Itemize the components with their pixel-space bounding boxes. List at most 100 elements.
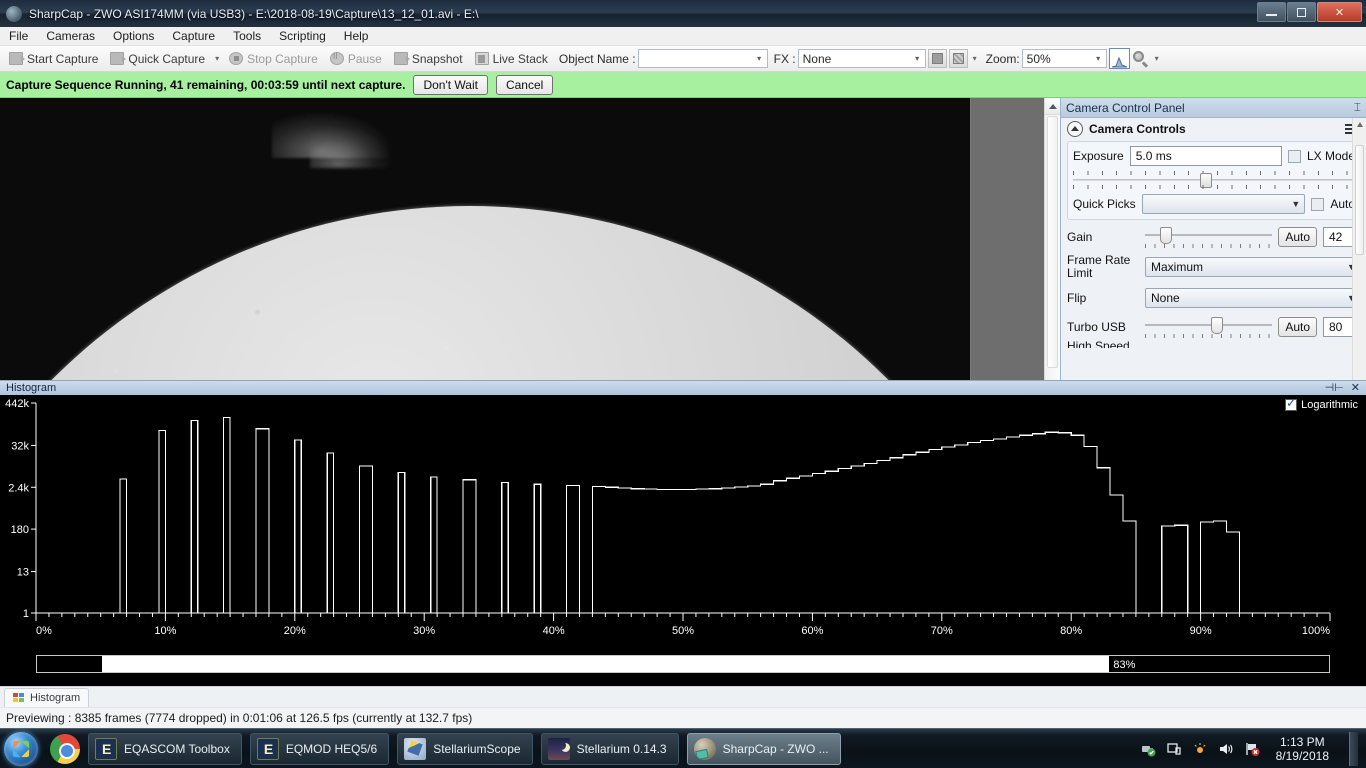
clock-time: 1:13 PM (1279, 734, 1325, 749)
taskbar-label: EQMOD HEQ5/6 (285, 741, 378, 756)
range-selection[interactable] (101, 656, 1110, 672)
network-icon[interactable] (1166, 741, 1182, 757)
taskbar-button-eqascom-toolbox[interactable]: EQASCOM Toolbox (88, 732, 242, 765)
close-button[interactable]: ✕ (1317, 2, 1362, 22)
scroll-up-icon[interactable] (1045, 98, 1061, 115)
undock-icon[interactable]: ⊣⊢ (1325, 382, 1344, 394)
capture-sequence-bar: Capture Sequence Running, 41 remaining, … (0, 72, 1366, 98)
histogram-dock-titlebar: Histogram ⊣⊢ ✕ (0, 380, 1366, 395)
magnifier-dropdown-icon[interactable]: ▾ (1152, 54, 1162, 63)
window-buttons: ✕ (1257, 2, 1362, 22)
magnifier-button[interactable] (1132, 50, 1150, 68)
pause-icon (329, 51, 344, 65)
logarithmic-checkbox-group[interactable]: Logarithmic (1285, 396, 1358, 411)
camera-panel-scroll-thumb[interactable] (1355, 145, 1364, 255)
pin-icon[interactable]: ⌶ (1354, 100, 1361, 115)
turbo-usb-auto-button[interactable]: Auto (1278, 317, 1317, 337)
gain-auto-button[interactable]: Auto (1278, 227, 1317, 247)
menu-options[interactable]: Options (104, 27, 163, 45)
gain-slider-thumb[interactable] (1160, 227, 1173, 244)
flip-combo[interactable]: None ▼ (1145, 288, 1361, 308)
svg-text:20%: 20% (284, 625, 306, 637)
taskbar-button-stellarium[interactable]: Stellarium 0.14.3 (540, 732, 679, 765)
action-center-flag-icon[interactable] (1244, 741, 1260, 757)
snapshot-button[interactable]: Snapshot (389, 48, 468, 70)
range-slider[interactable]: 5% 83% (36, 655, 1330, 673)
maximize-button[interactable] (1287, 2, 1316, 22)
live-stack-button[interactable]: Live Stack (470, 48, 553, 70)
chrome-icon[interactable] (50, 733, 80, 764)
overlay-button[interactable] (948, 49, 968, 68)
live-stack-icon (474, 52, 489, 65)
start-orb-icon[interactable] (4, 731, 38, 766)
clock-date: 8/19/2018 (1275, 748, 1329, 763)
close-icon[interactable]: ✕ (1351, 382, 1360, 394)
stop-capture-label: Stop Capture (247, 51, 318, 66)
tab-histogram[interactable]: Histogram (4, 688, 90, 707)
taskbar-button-sharpcap[interactable]: SharpCap - ZWO ... (686, 732, 841, 765)
taskbar-button-stellariumscope[interactable]: StellariumScope (397, 732, 533, 765)
flip-label: Flip (1067, 291, 1087, 305)
object-name-combo[interactable]: ▾ (637, 49, 768, 68)
status-bar: Previewing : 8385 frames (7774 dropped) … (0, 707, 1366, 728)
fx-combo[interactable]: None ▾ (797, 49, 926, 68)
cancel-button[interactable]: Cancel (495, 74, 554, 95)
lx-mode-checkbox[interactable] (1287, 149, 1301, 163)
menu-capture[interactable]: Capture (163, 27, 224, 45)
menu-tools[interactable]: Tools (224, 27, 270, 45)
quick-capture-dropdown-icon[interactable]: ▾ (212, 54, 222, 63)
range-low-label: 5% (105, 659, 122, 671)
usb-safe-remove-icon[interactable] (1140, 741, 1156, 757)
minimize-button[interactable] (1257, 2, 1286, 22)
volume-icon[interactable] (1218, 741, 1234, 757)
frame-rate-combo[interactable]: Maximum ▼ (1145, 257, 1361, 277)
preview-vertical-scrollbar[interactable] (1044, 98, 1061, 380)
svg-text:100%: 100% (1302, 625, 1330, 637)
start-capture-button[interactable]: Start Capture (4, 48, 103, 70)
stop-capture-button[interactable]: Stop Capture (224, 48, 323, 70)
camera-panel-title: Camera Control Panel (1066, 100, 1185, 115)
dont-wait-button[interactable]: Don't Wait (413, 74, 488, 95)
histogram-plot[interactable]: 442k 32k 2.4k 180 13 1 0% 10% 20% 30% 40% 50% 60% 70%… (0, 395, 1366, 645)
camera-preview-area[interactable] (0, 98, 1060, 380)
scroll-up-icon[interactable] (1353, 118, 1366, 131)
reticule-button[interactable] (927, 49, 947, 68)
quick-capture-button[interactable]: Quick Capture (105, 48, 210, 70)
zoom-combo[interactable]: 50% ▾ (1021, 49, 1107, 68)
overlay-dropdown-icon[interactable]: ▾ (970, 54, 980, 63)
chevron-down-icon: ▾ (915, 54, 920, 63)
histogram-toggle-button[interactable] (1108, 48, 1130, 69)
menu-scripting[interactable]: Scripting (270, 27, 335, 45)
svg-text:60%: 60% (801, 625, 823, 637)
quick-picks-combo[interactable]: ▼ (1141, 194, 1306, 214)
scrollbar-thumb[interactable] (1047, 116, 1058, 368)
pause-button[interactable]: Pause (325, 48, 387, 70)
windows-taskbar: EQASCOM Toolbox EQMOD HEQ5/6 StellariumS… (0, 728, 1366, 768)
clock[interactable]: 1:13 PM 8/19/2018 (1270, 735, 1335, 763)
menu-file[interactable]: File (0, 27, 37, 45)
exposure-slider[interactable] (1073, 171, 1355, 189)
main-toolbar: Start Capture Quick Capture ▾ Stop Captu… (0, 46, 1366, 72)
exposure-group: Exposure 5.0 ms LX Mode Quick Picks ▼ Au… (1067, 141, 1361, 220)
turbo-usb-slider-thumb[interactable] (1211, 317, 1224, 334)
brightness-icon[interactable] (1192, 741, 1208, 757)
gain-row: Gain Auto 42 (1061, 220, 1366, 248)
gain-slider[interactable] (1145, 226, 1273, 248)
exposure-auto-checkbox[interactable] (1311, 197, 1325, 211)
zoom-value: 50% (1026, 51, 1051, 66)
exposure-input[interactable]: 5.0 ms (1129, 146, 1282, 166)
camera-panel-scrollbar[interactable] (1352, 118, 1366, 380)
taskbar-label: EQASCOM Toolbox (124, 741, 230, 756)
camera-icon (110, 52, 127, 65)
turbo-usb-slider[interactable] (1145, 316, 1273, 338)
histogram-icon (1111, 56, 1127, 68)
chevron-up-icon[interactable] (1067, 121, 1083, 137)
menu-help[interactable]: Help (335, 27, 378, 45)
show-desktop-button[interactable] (1349, 731, 1358, 766)
menu-cameras[interactable]: Cameras (37, 27, 104, 45)
logarithmic-checkbox[interactable] (1285, 396, 1298, 411)
eqmod-icon (256, 737, 279, 760)
taskbar-button-eqmod-heq5[interactable]: EQMOD HEQ5/6 (249, 732, 390, 765)
minimize-icon (1266, 14, 1277, 16)
camera-controls-section-header[interactable]: Camera Controls (1061, 118, 1366, 139)
